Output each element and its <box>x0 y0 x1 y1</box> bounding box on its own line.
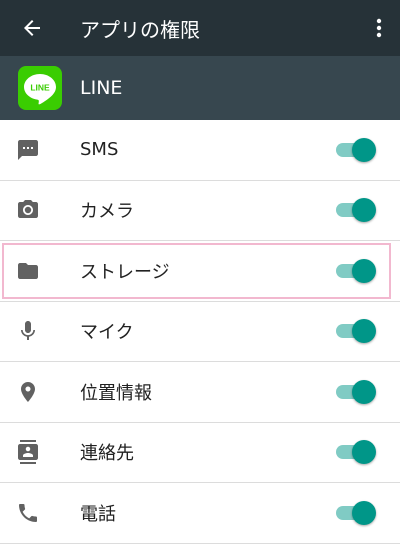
location-toggle[interactable] <box>334 378 378 406</box>
back-button[interactable] <box>0 0 64 56</box>
permission-row-phone[interactable]: 電話 <box>0 483 400 544</box>
phone-icon <box>19 503 37 522</box>
more-options-button[interactable] <box>352 0 400 56</box>
permission-row-sms[interactable]: SMS <box>0 120 400 181</box>
permission-row-mic[interactable]: マイク <box>0 302 400 362</box>
page-title: アプリの権限 <box>80 17 200 42</box>
toolbar: アプリの権限 <box>0 0 400 56</box>
folder-icon <box>18 262 38 279</box>
sms-icon <box>18 139 38 160</box>
permission-label: マイク <box>80 322 134 344</box>
camera-toggle[interactable] <box>334 196 378 224</box>
mic-icon <box>21 321 35 341</box>
app-name: LINE <box>80 77 123 99</box>
permission-row-contacts[interactable]: 連絡先 <box>0 423 400 483</box>
more-vert-icon <box>376 18 382 38</box>
permission-label: ストレージ <box>80 261 170 283</box>
permission-row-storage[interactable]: ストレージ <box>0 241 400 302</box>
mic-toggle[interactable] <box>334 317 378 345</box>
storage-toggle[interactable] <box>334 257 378 285</box>
permission-label: 連絡先 <box>80 443 134 465</box>
camera-icon <box>18 200 38 219</box>
contacts-icon <box>18 440 38 465</box>
arrow-back-icon <box>24 20 40 36</box>
permission-label: 電話 <box>80 503 116 525</box>
permission-label: SMS <box>80 139 119 161</box>
permission-label: カメラ <box>80 201 134 223</box>
permission-list: SMS カメラ ストレージ マイク 位置情報 連絡先 電話 <box>0 120 400 544</box>
contacts-toggle[interactable] <box>334 438 378 466</box>
permission-row-location[interactable]: 位置情報 <box>0 362 400 423</box>
app-header: LINE LINE <box>0 56 400 120</box>
permission-label: 位置情報 <box>80 382 152 404</box>
line-logo-icon: LINE <box>18 66 62 110</box>
sms-toggle[interactable] <box>334 136 378 164</box>
phone-toggle[interactable] <box>334 499 378 527</box>
svg-text:LINE: LINE <box>30 83 50 93</box>
location-icon <box>21 381 35 402</box>
permission-row-camera[interactable]: カメラ <box>0 181 400 241</box>
